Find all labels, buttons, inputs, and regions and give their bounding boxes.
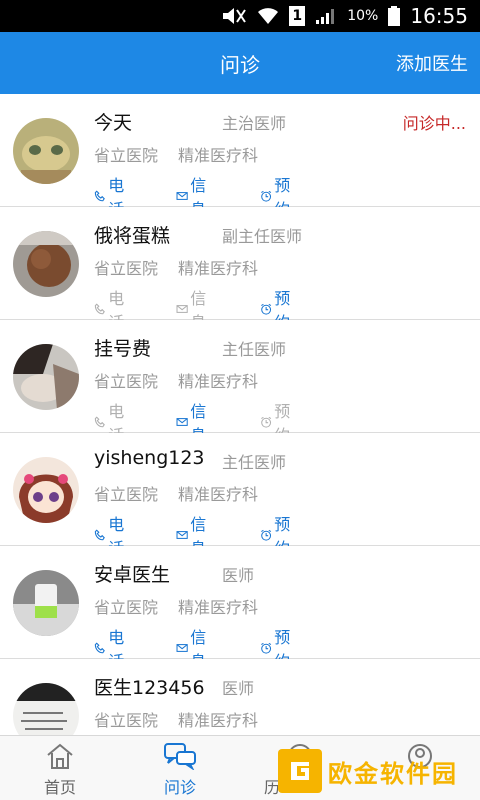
tab-label: 首页 — [43, 778, 76, 797]
mail-icon — [176, 305, 188, 313]
department-name: 精准医疗科 — [178, 372, 259, 391]
doctor-title: 主任医师 — [222, 340, 287, 359]
mail-icon — [176, 644, 188, 652]
department-name: 精准医疗科 — [178, 711, 259, 730]
tab-label: 问诊 — [163, 778, 196, 797]
phone-icon — [94, 416, 105, 428]
doctor-name: 挂号费 — [94, 338, 152, 360]
mute-icon — [221, 6, 247, 26]
doctor-title: 医师 — [222, 566, 255, 585]
department-name: 精准医疗科 — [178, 598, 259, 617]
hospital-name: 省立医院 — [94, 146, 159, 165]
sim-label: 1 — [289, 6, 306, 26]
avatar — [13, 118, 79, 184]
tab-home[interactable]: 首页 — [0, 736, 120, 800]
alarm-clock-icon — [261, 642, 272, 654]
doctor-title: 主任医师 — [222, 453, 287, 472]
watermark-text: 欧金软件园 — [328, 759, 458, 788]
alarm-clock-icon — [261, 303, 272, 315]
phone-icon — [94, 642, 105, 654]
watermark: 欧金软件园 — [278, 744, 474, 798]
wifi-icon — [257, 6, 279, 26]
mail-icon — [176, 418, 188, 426]
doctor-name: 今天 — [94, 112, 133, 134]
department-name: 精准医疗科 — [178, 146, 259, 165]
home-icon — [0, 742, 120, 770]
doctor-name: 医生123456 — [94, 677, 205, 699]
hospital-name: 省立医院 — [94, 259, 159, 278]
alarm-clock-icon — [261, 190, 272, 202]
app-bar: 问诊 添加医生 — [0, 32, 480, 94]
doctor-list-item[interactable]: 医生123456 医师 省立医院 精准医疗科 — [0, 659, 480, 736]
hospital-name: 省立医院 — [94, 485, 159, 504]
hospital-name: 省立医院 — [94, 372, 159, 391]
phone-icon — [94, 529, 105, 541]
hospital-name: 省立医院 — [94, 598, 159, 617]
doctor-list[interactable]: 今天 主治医师 问诊中... 省立医院 精准医疗科 电话 信息 预约 俄将蛋糕 … — [0, 94, 480, 736]
watermark-logo-icon — [278, 749, 322, 793]
phone-icon — [94, 303, 105, 315]
doctor-name: yisheng123 — [94, 447, 205, 469]
signal-icon — [315, 6, 337, 26]
battery-icon — [388, 6, 401, 26]
avatar — [13, 457, 79, 523]
clock: 16:55 — [410, 4, 468, 28]
avatar — [13, 344, 79, 410]
doctor-list-item[interactable]: 安卓医生 医师 省立医院 精准医疗科 电话 信息 预约 — [0, 546, 480, 671]
sim-icon: 1 — [289, 6, 306, 26]
doctor-list-item[interactable]: 挂号费 主任医师 省立医院 精准医疗科 电话 信息 预约 — [0, 320, 480, 445]
doctor-name: 俄将蛋糕 — [94, 225, 171, 247]
doctor-title: 副主任医师 — [222, 227, 303, 246]
mail-icon — [176, 192, 188, 200]
doctor-title: 医师 — [222, 679, 255, 698]
status-badge: 问诊中... — [402, 114, 466, 133]
tab-consult[interactable]: 问诊 — [120, 736, 240, 800]
status-bar: 1 10% 16:55 — [0, 0, 480, 32]
chat-icon — [120, 742, 240, 770]
department-name: 精准医疗科 — [178, 485, 259, 504]
alarm-clock-icon — [261, 529, 272, 541]
alarm-clock-icon — [261, 416, 272, 428]
add-doctor-button[interactable]: 添加医生 — [396, 32, 468, 94]
avatar — [13, 570, 79, 636]
doctor-name: 安卓医生 — [94, 564, 171, 586]
doctor-list-item[interactable]: yisheng123 主任医师 省立医院 精准医疗科 电话 信息 预约 — [0, 433, 480, 558]
avatar — [13, 231, 79, 297]
doctor-list-item[interactable]: 俄将蛋糕 副主任医师 省立医院 精准医疗科 电话 信息 预约 — [0, 207, 480, 332]
avatar — [13, 683, 79, 736]
department-name: 精准医疗科 — [178, 259, 259, 278]
battery-percent: 10% — [347, 8, 379, 24]
doctor-list-item[interactable]: 今天 主治医师 问诊中... 省立医院 精准医疗科 电话 信息 预约 — [0, 94, 480, 219]
doctor-title: 主治医师 — [222, 114, 287, 133]
mail-icon — [176, 531, 188, 539]
phone-icon — [94, 190, 105, 202]
bottom-nav: 首页 问诊 历 欧金软件园 — [0, 735, 480, 800]
hospital-name: 省立医院 — [94, 711, 159, 730]
